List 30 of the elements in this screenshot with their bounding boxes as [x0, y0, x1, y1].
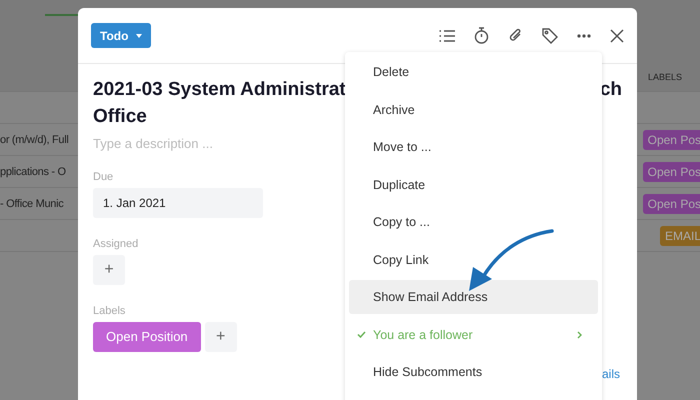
check-icon: [357, 331, 366, 338]
field-label: Assigned: [93, 238, 138, 250]
field-label: Due: [93, 171, 114, 183]
task-title: or (m/w/d), Full: [0, 134, 69, 146]
list-icon[interactable]: [439, 28, 455, 42]
menu-item[interactable]: Archive: [349, 92, 598, 126]
more-icon[interactable]: [577, 34, 591, 38]
task-title: Office: [93, 105, 147, 129]
menu-item[interactable]: Duplicate: [349, 168, 598, 202]
task-title: - Office Munic: [0, 198, 64, 210]
menu-item[interactable]: Copy Link: [349, 242, 598, 276]
chevron-icon: [577, 330, 582, 338]
due-date-field[interactable]: 1. Jan 2021: [93, 188, 263, 218]
stopwatch-icon[interactable]: [474, 27, 489, 44]
menu-item[interactable]: Show Email Address: [349, 280, 598, 314]
menu-item[interactable]: Delete: [349, 55, 598, 89]
menu-item[interactable]: Move to ...: [349, 130, 598, 164]
caret-icon: [136, 34, 142, 38]
add-assignee-button[interactable]: +: [93, 255, 125, 285]
menu-item[interactable]: Copy to ...: [349, 205, 598, 239]
link[interactable]: ails: [602, 367, 620, 381]
tag-icon[interactable]: [542, 28, 558, 44]
task-title: 2021-03 System Administrat: [93, 78, 346, 102]
status-dropdown[interactable]: Todo: [91, 23, 152, 48]
column-header: LABELS: [648, 72, 682, 82]
close-icon[interactable]: [610, 28, 624, 42]
add-label-button[interactable]: +: [204, 322, 237, 352]
field-label: Labels: [93, 305, 126, 317]
task-title: pplications - O: [0, 166, 66, 178]
menu-item[interactable]: Hide Subcomments: [349, 355, 598, 389]
